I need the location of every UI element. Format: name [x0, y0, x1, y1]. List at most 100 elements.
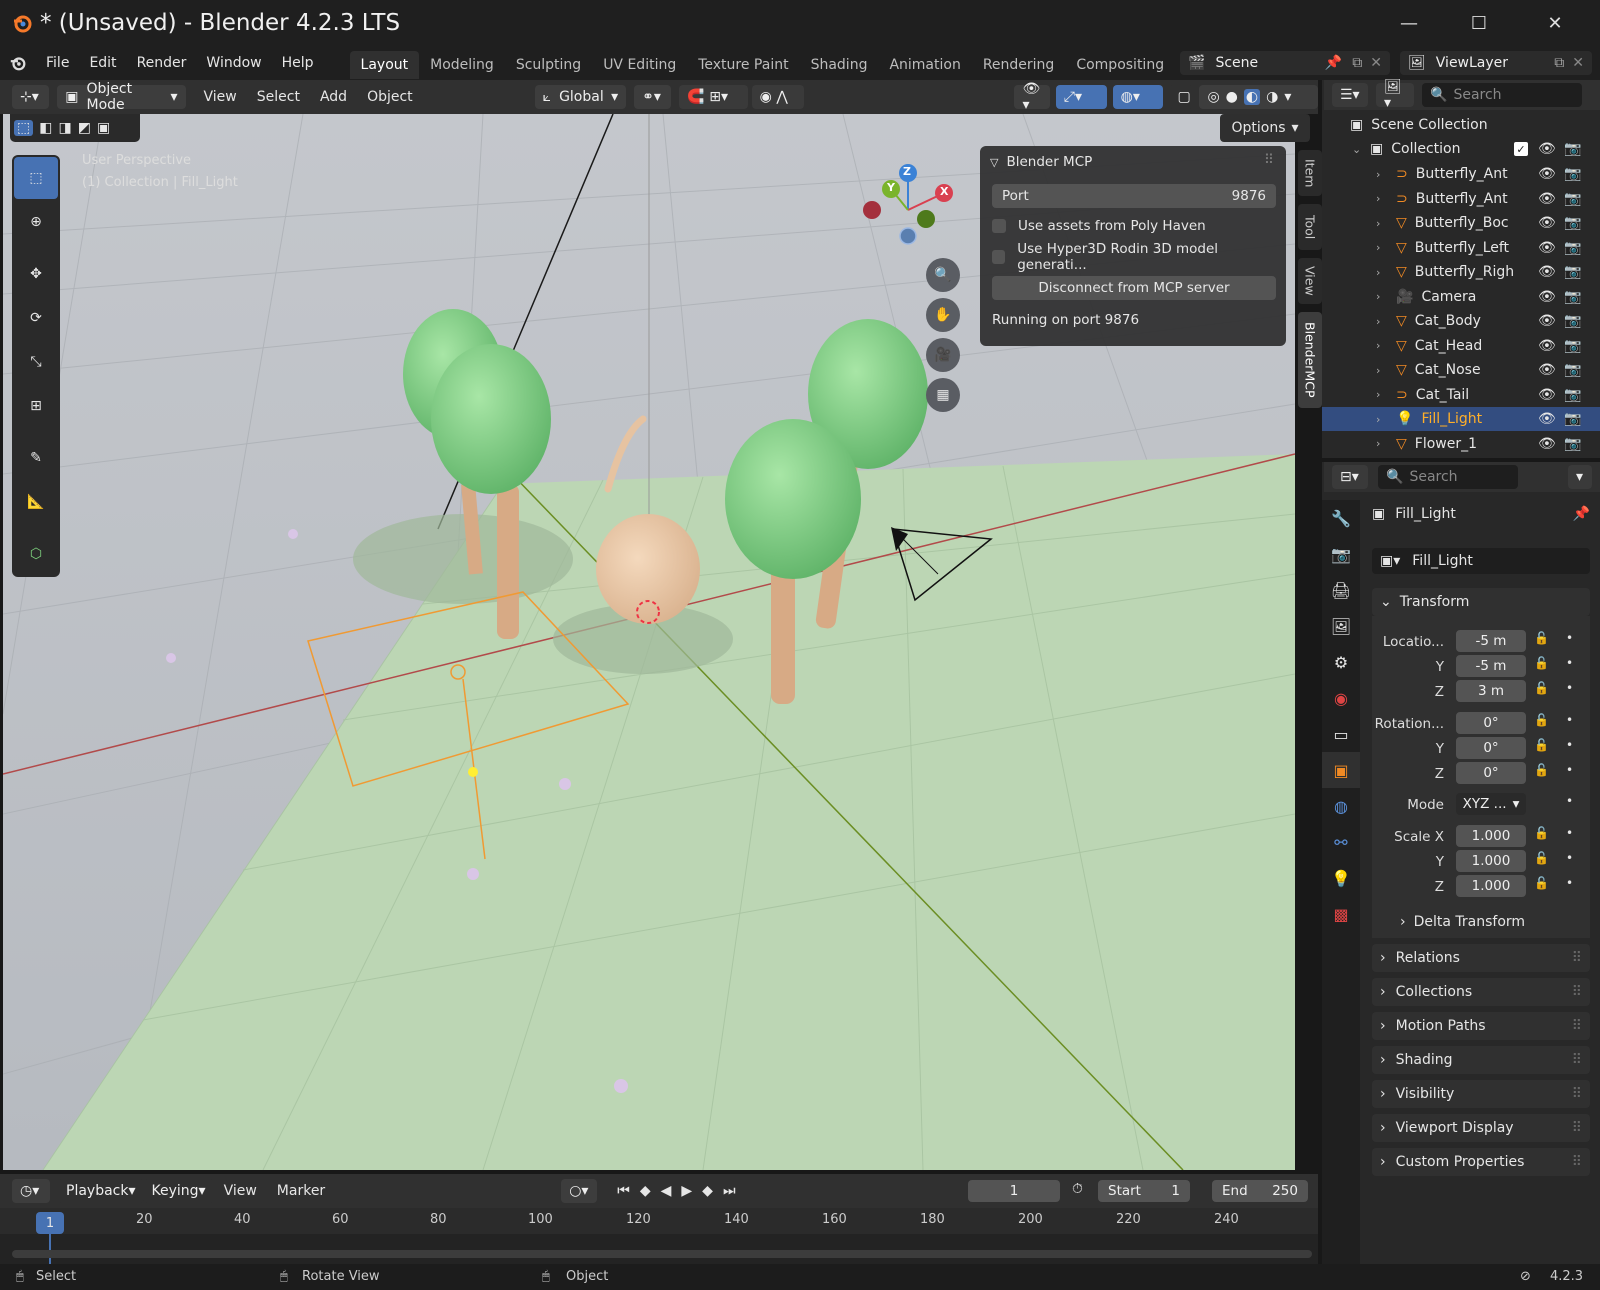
rotate-tool-icon[interactable]: ⟳: [14, 297, 58, 339]
lock-icon[interactable]: 🔓: [1534, 876, 1549, 890]
render-camera-icon[interactable]: 📷: [1564, 338, 1581, 354]
orientation-dropdown[interactable]: ⟀ Global ▾: [534, 85, 627, 109]
start-frame-field[interactable]: Start 1: [1098, 1180, 1190, 1202]
render-camera-icon[interactable]: 📷: [1564, 362, 1581, 378]
lock-icon[interactable]: 🔓: [1534, 713, 1549, 727]
lock-icon[interactable]: 🔓: [1534, 681, 1549, 695]
object-tab-icon[interactable]: ▣: [1322, 752, 1360, 788]
auto-keying-icon[interactable]: ○▾: [561, 1179, 598, 1203]
keyframe-dot-icon[interactable]: •: [1566, 738, 1573, 752]
light-data-tab-icon[interactable]: 💡: [1322, 860, 1360, 896]
scale-tool-icon[interactable]: ⤡: [14, 341, 58, 383]
eye-icon[interactable]: 👁: [1538, 362, 1556, 378]
eye-icon[interactable]: 👁: [1538, 436, 1556, 452]
jump-end-icon[interactable]: ⏭: [723, 1183, 736, 1199]
tab-item[interactable]: Item: [1298, 150, 1322, 196]
outliner-row[interactable]: › 🎥 Camera 👁 📷: [1322, 285, 1600, 309]
pin-icon[interactable]: 📌: [1573, 506, 1590, 522]
chevron-right-icon[interactable]: ›: [1376, 192, 1388, 205]
outliner-row[interactable]: › ▽ Cat_Body 👁 📷: [1322, 309, 1600, 333]
prev-keyframe-icon[interactable]: ◆: [640, 1183, 651, 1199]
outliner-row[interactable]: › ▽ Cat_Nose 👁 📷: [1322, 358, 1600, 382]
panel-custom-properties[interactable]: › Custom Properties ⠿: [1372, 1148, 1590, 1176]
timeline-view-menu[interactable]: View: [214, 1183, 267, 1199]
add-cube-tool-icon[interactable]: ⬡: [14, 533, 58, 575]
modifiers-tab-icon[interactable]: ◍: [1322, 788, 1360, 824]
chevron-right-icon[interactable]: ›: [1376, 241, 1388, 254]
shading-modes[interactable]: ◎ ● ◐ ◑ ▾: [1199, 85, 1318, 109]
chevron-down-icon[interactable]: ▾: [1568, 465, 1592, 489]
timeline-body[interactable]: 20 40 60 80 100 120 140 160 180 200 220 240 1: [0, 1208, 1318, 1264]
viewport-menu-add[interactable]: Add: [310, 89, 357, 105]
outliner-row[interactable]: › ⊃ Butterfly_Ant 👁 📷: [1322, 162, 1600, 186]
select-extend-icon[interactable]: ◧: [39, 120, 52, 136]
disconnect-button[interactable]: Disconnect from MCP server: [992, 276, 1276, 300]
xray-icon[interactable]: ▢: [1169, 85, 1194, 109]
tool-tab-icon[interactable]: 🔧: [1322, 500, 1360, 536]
timeline-editor-type-icon[interactable]: ◷▾: [12, 1179, 50, 1203]
tab-tool[interactable]: Tool: [1298, 204, 1322, 250]
menu-help[interactable]: Help: [272, 55, 324, 71]
frame-ruler[interactable]: 20 40 60 80 100 120 140 160 180 200 220 240: [0, 1208, 1318, 1234]
select-invert-icon[interactable]: ◩: [78, 120, 91, 136]
visibility-icon[interactable]: 👁▾: [1014, 81, 1050, 113]
outliner-row[interactable]: › ▽ Flower_1 👁 📷: [1322, 432, 1600, 456]
transform-tool-icon[interactable]: ⊞: [14, 385, 58, 427]
lock-icon[interactable]: 🔓: [1534, 631, 1549, 645]
chevron-right-icon[interactable]: ›: [1376, 364, 1388, 377]
move-tool-icon[interactable]: ✥: [14, 253, 58, 295]
viewport-menu-view[interactable]: View: [194, 89, 247, 105]
poly-haven-checkbox[interactable]: Use assets from Poly Haven: [992, 214, 1276, 238]
scale-z-field[interactable]: 1.000: [1456, 875, 1526, 897]
material-shading-icon[interactable]: ◐: [1243, 89, 1261, 105]
keyframe-dot-icon[interactable]: •: [1566, 713, 1573, 727]
keyframe-dot-icon[interactable]: •: [1566, 631, 1573, 645]
panel-shading[interactable]: › Shading ⠿: [1372, 1046, 1590, 1074]
lock-icon[interactable]: 🔓: [1534, 851, 1549, 865]
zoom-icon[interactable]: 🔍: [926, 258, 960, 292]
location-z-field[interactable]: 3 m: [1456, 680, 1526, 702]
tab-rendering[interactable]: Rendering: [972, 51, 1066, 79]
play-reverse-icon[interactable]: ◀: [661, 1183, 672, 1199]
texture-tab-icon[interactable]: ▩: [1322, 896, 1360, 932]
drag-handle-icon[interactable]: ⠿: [1572, 1120, 1582, 1136]
drag-handle-icon[interactable]: ⠿: [1572, 1154, 1582, 1170]
rotation-y-field[interactable]: 0°: [1456, 737, 1526, 759]
eye-icon[interactable]: 👁: [1538, 313, 1556, 329]
panel-motion-paths[interactable]: › Motion Paths ⠿: [1372, 1012, 1590, 1040]
location-y-field[interactable]: -5 m: [1456, 655, 1526, 677]
panel-relations[interactable]: › Relations ⠿: [1372, 944, 1590, 972]
eye-icon[interactable]: 👁: [1538, 411, 1556, 427]
end-frame-field[interactable]: End 250: [1212, 1180, 1308, 1202]
menu-file[interactable]: File: [36, 55, 79, 71]
panel-viewport-display[interactable]: › Viewport Display ⠿: [1372, 1114, 1590, 1142]
render-camera-icon[interactable]: 📷: [1564, 289, 1581, 305]
options-dropdown[interactable]: Options ▾: [1220, 114, 1310, 142]
eye-icon[interactable]: 👁: [1538, 166, 1556, 182]
chevron-right-icon[interactable]: ›: [1376, 437, 1388, 450]
keyframe-dot-icon[interactable]: •: [1566, 826, 1573, 840]
keyframe-dot-icon[interactable]: •: [1566, 794, 1573, 808]
snap-icon[interactable]: 🧲 ⊞▾: [679, 85, 748, 109]
eye-icon[interactable]: 👁: [1538, 215, 1556, 231]
keyframe-dot-icon[interactable]: •: [1566, 876, 1573, 890]
checkbox-icon[interactable]: ✓: [1514, 142, 1528, 156]
drag-handle-icon[interactable]: ⠿: [1572, 1018, 1582, 1034]
tab-compositing[interactable]: Compositing: [1065, 51, 1175, 79]
delta-transform-subpanel[interactable]: › Delta Transform: [1400, 914, 1525, 930]
tab-texture-paint[interactable]: Texture Paint: [687, 51, 799, 79]
tab-shading[interactable]: Shading: [800, 51, 879, 79]
eye-icon[interactable]: 👁: [1538, 264, 1556, 280]
tab-animation[interactable]: Animation: [878, 51, 971, 79]
view-layer-tab-icon[interactable]: 🖼: [1322, 608, 1360, 644]
viewport-menu-object[interactable]: Object: [357, 89, 423, 105]
pivot-icon[interactable]: ⚭▾: [634, 85, 672, 109]
tab-blendermcp[interactable]: BlenderMCP: [1298, 312, 1322, 408]
chevron-right-icon[interactable]: ›: [1376, 290, 1388, 303]
select-box-tool-icon[interactable]: ⬚: [14, 157, 58, 199]
maximize-icon[interactable]: ☐: [1444, 0, 1514, 46]
minimize-icon[interactable]: —: [1374, 0, 1444, 46]
render-camera-icon[interactable]: 📷: [1564, 436, 1581, 452]
render-camera-icon[interactable]: 📷: [1564, 387, 1581, 403]
jump-start-icon[interactable]: ⏮: [617, 1183, 630, 1199]
